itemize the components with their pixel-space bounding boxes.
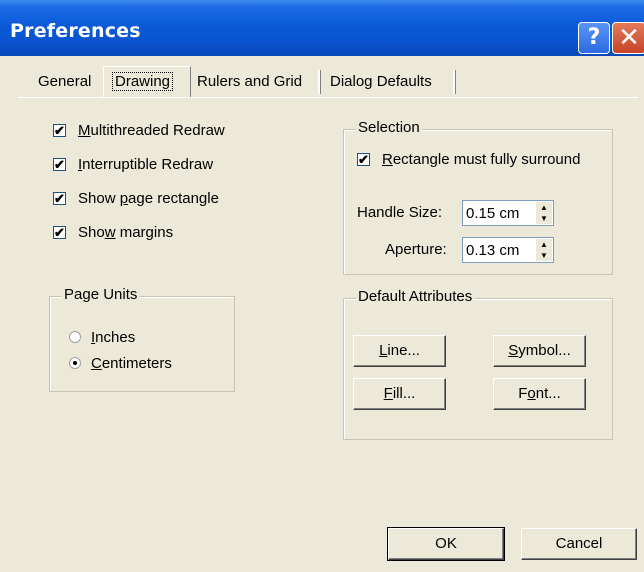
spin-down-icon[interactable]: ▼ [536,250,552,261]
show-margins-checkbox[interactable]: ✔ Show margins [53,221,173,243]
tab-general[interactable]: General [33,68,96,96]
tab-drawing-label: Drawing [111,72,174,91]
spinner-arrows[interactable]: ▲ ▼ [536,202,552,224]
tab-dialog-defaults[interactable]: Dialog Defaults [325,68,437,96]
checkbox-box[interactable]: ✔ [53,191,66,205]
rectangle-must-fully-surround-checkbox[interactable]: ✔ Rectangle must fully surround [357,148,580,170]
checkbox-label: Show margins [78,223,174,241]
default-attributes-title: Default Attributes [356,288,475,305]
radio-button-selected[interactable] [69,357,81,369]
spin-down-icon[interactable]: ▼ [536,213,552,224]
radio-label: Centimeters [91,354,172,372]
ok-button[interactable]: OK [387,527,505,561]
checkbox-box[interactable]: ✔ [53,123,66,137]
checkbox-box[interactable]: ✔ [357,152,370,166]
spinner-arrows[interactable]: ▲ ▼ [536,239,552,261]
radio-button[interactable] [69,331,81,343]
handle-size-value: 0.15 cm [466,204,520,222]
inches-radio[interactable]: Inches [69,326,135,348]
checkbox-box[interactable]: ✔ [53,157,66,171]
font-button[interactable]: Font... [493,378,586,410]
handle-size-spinner[interactable]: 0.15 cm ▲ ▼ [462,200,554,226]
title-bar: Preferences ? ✕ [0,0,644,56]
tab-separator [318,70,321,94]
show-page-rectangle-checkbox[interactable]: ✔ Show page rectangle [53,187,219,209]
page-units-title: Page Units [62,286,140,303]
fill-button[interactable]: Fill... [353,378,446,410]
help-button[interactable]: ? [578,22,610,54]
selection-title: Selection [356,119,422,136]
checkbox-label: Multithreaded Redraw [78,121,225,139]
checkbox-label: Interruptible Redraw [78,155,214,173]
cancel-button[interactable]: Cancel [521,528,637,560]
close-button[interactable]: ✕ [612,22,644,54]
checkbox-label: Rectangle must fully surround [382,150,581,168]
symbol-button[interactable]: Symbol... [493,335,586,367]
aperture-value: 0.13 cm [466,241,520,259]
default-attributes-group: Default Attributes [343,288,613,440]
aperture-label: Aperture: [385,241,447,258]
dialog-title: Preferences [10,20,141,42]
radio-dot [73,361,77,365]
handle-size-label: Handle Size: [357,204,443,221]
checkbox-box[interactable]: ✔ [53,225,66,239]
line-button[interactable]: Line... [353,335,446,367]
aperture-spinner[interactable]: 0.13 cm ▲ ▼ [462,237,554,263]
centimeters-radio[interactable]: Centimeters [69,352,172,374]
multithreaded-redraw-checkbox[interactable]: ✔ Multithreaded Redraw [53,119,225,141]
radio-label: Inches [91,328,136,346]
tab-separator [453,70,456,94]
checkbox-label: Show page rectangle [78,189,219,207]
tab-rulers-and-grid[interactable]: Rulers and Grid [192,68,307,96]
interruptible-redraw-checkbox[interactable]: ✔ Interruptible Redraw [53,153,213,175]
tab-drawing[interactable]: Drawing [103,66,191,98]
